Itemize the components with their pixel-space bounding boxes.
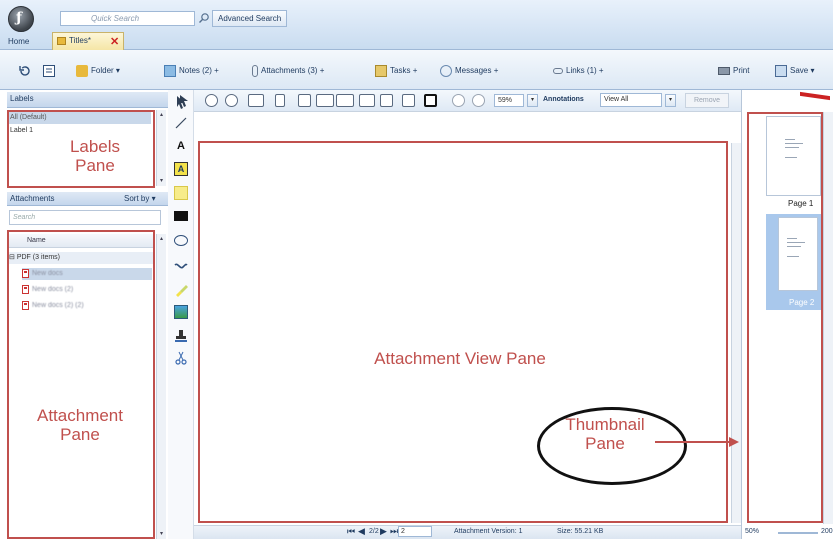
close-icon[interactable]: ✕: [110, 34, 119, 50]
attachment-pane-annotation: Attachment Pane: [37, 406, 123, 444]
zoom-dropdown-icon[interactable]: ▾: [527, 94, 538, 107]
messages-icon: [440, 64, 452, 77]
labels-pane-annotation: Labels Pane: [69, 137, 121, 175]
refresh-icon[interactable]: [18, 64, 32, 78]
blank-page-icon[interactable]: [424, 94, 437, 107]
zoom-slider-track[interactable]: [778, 532, 818, 534]
page-indicator: 2/2: [369, 528, 379, 535]
save-icon: [775, 64, 787, 77]
image-tool-icon[interactable]: [174, 305, 188, 319]
line-tool-icon[interactable]: [174, 116, 188, 130]
rotate-right-icon[interactable]: [336, 94, 354, 107]
attachment-version-label: Attachment Version: 1: [454, 528, 523, 535]
hand-pan-icon[interactable]: [205, 94, 218, 107]
text-tool-icon[interactable]: A: [174, 140, 188, 154]
first-page-icon[interactable]: ⏮: [347, 526, 355, 536]
save-button[interactable]: Save ▾: [775, 64, 814, 78]
fit-page-icon[interactable]: [275, 94, 285, 107]
notes-button[interactable]: Notes (2) +: [164, 64, 219, 78]
stamp-tool-icon[interactable]: [174, 329, 188, 343]
doc-tab-label: Titles*: [69, 36, 91, 45]
thumbnail-pointer-arrow: [655, 437, 739, 447]
tag-icon: [76, 64, 88, 77]
scroll-down-icon[interactable]: ▾: [157, 529, 166, 539]
quick-search-input[interactable]: Quick Search: [60, 11, 195, 26]
grid-icon[interactable]: [298, 94, 311, 107]
notes-icon: [164, 64, 176, 77]
thumbnail-pane-outline: [747, 112, 823, 523]
rotate-icon[interactable]: [359, 94, 375, 107]
sort-by-dropdown[interactable]: Sort by ▾: [124, 192, 156, 206]
main-toolbar: Folder ▾ Notes (2) + Attachments (3) + T…: [0, 50, 833, 90]
scroll-up-icon[interactable]: ▴: [157, 234, 166, 244]
fit-width-icon[interactable]: [248, 94, 264, 107]
page-number-input[interactable]: 2: [398, 526, 432, 537]
advanced-search-button[interactable]: Advanced Search: [212, 10, 288, 27]
app-logo-icon: ƒ: [16, 10, 23, 26]
next-page-icon[interactable]: ▶: [380, 526, 387, 536]
prev-page-icon[interactable]: ◀: [358, 526, 365, 536]
move-icon[interactable]: [225, 94, 238, 107]
select-arrow-icon[interactable]: [178, 94, 191, 107]
folder-icon: [57, 37, 66, 45]
rectangle-tool-icon[interactable]: [174, 211, 188, 221]
labels-scrollbar[interactable]: ▴ ▾: [156, 110, 166, 186]
thumbnail-scrollbar[interactable]: [823, 112, 833, 524]
single-page-icon[interactable]: [402, 94, 415, 107]
attachments-button[interactable]: Attachments (3) +: [252, 64, 324, 78]
zoom-out-icon[interactable]: [452, 94, 465, 107]
print-button[interactable]: Print: [718, 64, 749, 78]
attachment-view-pane-annotation: Attachment View Pane: [374, 349, 546, 368]
attachments-header-label: Attachments: [10, 194, 55, 203]
labels-panel-header: Labels: [7, 92, 168, 108]
attachment-size-label: Size: 55.21 KB: [557, 528, 604, 535]
annotations-filter-select[interactable]: View All: [600, 93, 662, 107]
highlight-text-icon[interactable]: A: [174, 162, 188, 176]
zoom-level-input[interactable]: 59%: [494, 94, 524, 107]
freehand-tool-icon[interactable]: [174, 259, 188, 273]
thumbnail-pane-annotation: Thumbnail Pane: [565, 415, 645, 453]
last-page-icon[interactable]: ⏭: [390, 526, 398, 536]
viewer-scrollbar[interactable]: [731, 143, 741, 523]
printer-icon: [718, 66, 730, 75]
attachment-pane-outline: [7, 230, 155, 539]
annotations-label: Annotations: [543, 96, 584, 103]
page-copy-icon[interactable]: [380, 94, 393, 107]
scroll-down-icon[interactable]: ▾: [157, 176, 166, 186]
search-icon[interactable]: [198, 12, 210, 24]
messages-button[interactable]: Messages +: [440, 64, 498, 78]
properties-icon[interactable]: [42, 64, 56, 78]
paperclip-icon: [252, 64, 258, 77]
zoom-in-icon[interactable]: [472, 94, 485, 107]
tasks-button[interactable]: Tasks +: [375, 64, 417, 78]
tab-titles-document[interactable]: Titles* ✕: [52, 32, 124, 50]
links-button[interactable]: Links (1) +: [553, 64, 604, 78]
title-bar: ƒ Quick Search Advanced Search Home Titl…: [0, 0, 833, 50]
scroll-up-icon[interactable]: ▴: [157, 110, 166, 120]
folder-button[interactable]: Folder ▾: [76, 64, 120, 78]
rotate-left-icon[interactable]: [316, 94, 334, 107]
attachments-panel-header: Attachments Sort by ▾: [7, 192, 168, 206]
tasks-icon: [375, 64, 387, 77]
tab-home[interactable]: Home: [8, 37, 29, 46]
annotations-dropdown-icon[interactable]: ▾: [665, 94, 676, 107]
scissors-icon[interactable]: [174, 351, 188, 365]
attachments-scrollbar[interactable]: ▴ ▾: [156, 234, 166, 539]
remove-button[interactable]: Remove: [685, 93, 729, 108]
link-icon: [553, 67, 563, 74]
app-orb-button[interactable]: ƒ: [8, 6, 34, 32]
sticky-note-icon[interactable]: [174, 186, 188, 200]
attachments-search-input[interactable]: Search: [9, 210, 161, 225]
ellipse-tool-icon[interactable]: [174, 235, 188, 246]
highlighter-icon[interactable]: [174, 283, 188, 297]
